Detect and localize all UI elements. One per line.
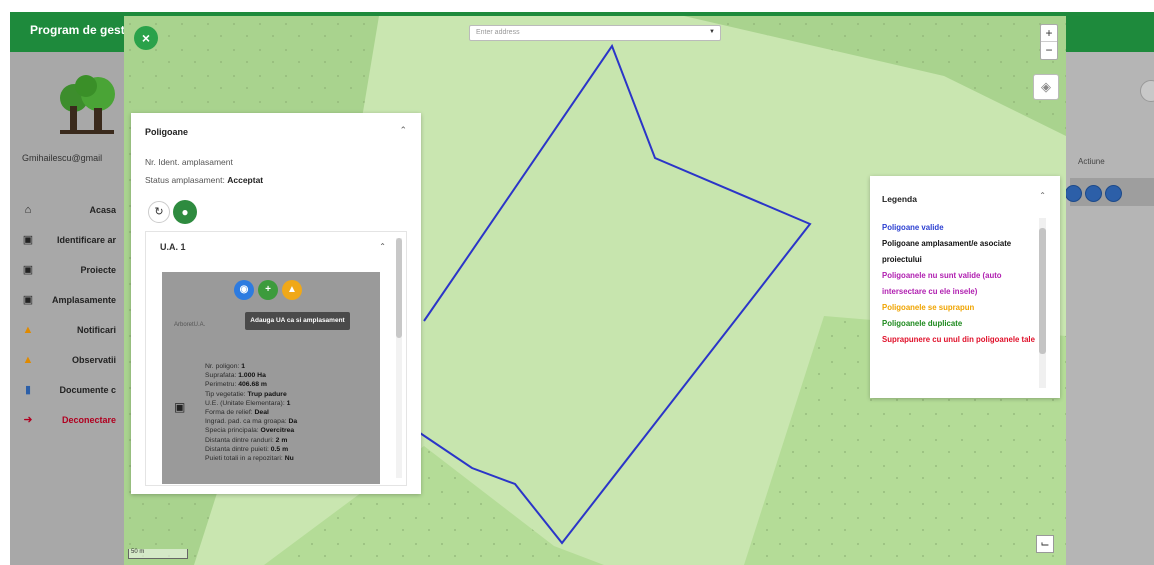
ua-actions: ◉ + ▲ — [234, 280, 302, 300]
chevron-down-icon: ▼ — [709, 29, 715, 35]
document-button[interactable] — [1085, 185, 1102, 202]
map-button[interactable] — [1105, 185, 1122, 202]
sidebar-item-amplasamente[interactable]: ▣ Amplasamente — [22, 285, 122, 315]
polygons-panel: Poligoane ⌃ Nr. Ident. amplasament Statu… — [131, 113, 421, 494]
sidebar-item-identificare[interactable]: ▣ Identificare ar — [22, 225, 122, 255]
zoom-control: + − — [1040, 24, 1058, 60]
property-row: Suprafata: 1.000 Ha — [205, 372, 266, 380]
status-value: Acceptat — [227, 175, 264, 185]
site-id-label: Nr. Ident. amplasament — [145, 157, 233, 167]
sidebar-item-label: Documente c — [59, 385, 116, 395]
property-row: Ingrad. pad. ca ma groapa: Da — [205, 418, 298, 426]
legend-item: Poligoanele se suprapun — [882, 303, 975, 312]
app-title: Program de gest — [30, 23, 125, 37]
view-button[interactable]: ◉ — [234, 280, 254, 300]
legend-item: Poligoanele duplicate — [882, 319, 963, 328]
scrollbar-thumb[interactable] — [396, 238, 402, 338]
legend-panel: Legenda ⌃ Poligoane valide Poligoane amp… — [870, 176, 1060, 398]
home-icon: ⌂ — [24, 204, 32, 216]
property-row: Forma de relief: Deal — [205, 408, 269, 416]
refresh-icon: ↻ — [154, 206, 164, 218]
property-row: Distanta dintre puieti: 0.5 m — [205, 445, 289, 453]
fullscreen-button[interactable]: ⌙ — [1036, 535, 1054, 553]
ua-section: U.A. 1 ⌃ ◉ + ▲ ArboretU.A. Adauga UA ca … — [145, 231, 407, 486]
legend-item: Poligoane valide — [882, 223, 944, 232]
site-status: Status amplasament: Acceptat — [145, 175, 263, 185]
frame-icon: ▣ — [22, 294, 34, 306]
property-row: U.E. (Unitate Elementara): 1 — [205, 399, 291, 407]
sidebar-nav: ⌂ Acasa ▣ Identificare ar ▣ Proiecte ▣ A… — [22, 195, 122, 435]
tooltip: Adauga UA ca si amplasament — [245, 312, 350, 330]
warning-icon: ▲ — [22, 324, 34, 336]
close-button[interactable]: × — [134, 26, 158, 50]
chevron-up-icon[interactable]: ⌃ — [1039, 191, 1046, 200]
pin-icon: ● — [181, 205, 189, 219]
legend-item: Poligoane amplasament/e asociate proiect… — [882, 239, 1012, 264]
logout-icon: ➜ — [23, 414, 33, 426]
sidebar-item-label: Amplasamente — [51, 295, 116, 305]
sidebar-item-observatii[interactable]: ▲ Observatii — [22, 345, 122, 375]
legend-item: Poligoanele nu sunt valide (auto interse… — [882, 271, 1002, 296]
layers-icon: ◈ — [1041, 79, 1051, 94]
zoom-in-button[interactable]: + — [1041, 25, 1057, 42]
address-placeholder: Enter address — [476, 29, 520, 36]
warning-button[interactable]: ▲ — [282, 280, 302, 300]
plus-icon: + — [265, 284, 271, 295]
sidebar-item-label: Identificare ar — [56, 235, 116, 245]
property-row: Distanta dintre randuri: 2 m — [205, 436, 288, 444]
legend-title: Legenda — [882, 194, 917, 204]
property-row: Specia principala: Overcitrea — [205, 427, 295, 435]
ua-card: ◉ + ▲ ArboretU.A. Adauga UA ca si amplas… — [162, 272, 380, 484]
corner-icon: ⌙ — [1040, 538, 1050, 550]
sidebar-item-deconectare[interactable]: ➜ Deconectare — [22, 405, 122, 435]
sidebar-item-proiecte[interactable]: ▣ Proiecte — [22, 255, 122, 285]
user-email: Gmihailescu@gmail — [22, 153, 103, 163]
address-search-input[interactable]: Enter address ▼ — [469, 25, 721, 41]
frame-icon: ▣ — [174, 400, 186, 414]
add-button[interactable]: + — [258, 280, 278, 300]
sidebar-item-label: Observatii — [71, 355, 116, 365]
frame-icon: ▣ — [22, 264, 34, 276]
refresh-button[interactable]: ↻ — [148, 201, 170, 223]
panel-title: Poligoane — [145, 127, 189, 137]
edit-button[interactable] — [1065, 185, 1082, 202]
ua-title: U.A. 1 — [160, 242, 186, 252]
legend-list: Poligoane valide Poligoane amplasament/e… — [882, 220, 1042, 348]
card-label: ArboretU.A. — [174, 322, 206, 328]
row-actions — [1065, 185, 1122, 202]
sidebar-item-label: Notificari — [76, 325, 116, 335]
property-row: Nr. poligon: 1 — [205, 363, 246, 370]
sidebar-item-notificari[interactable]: ▲ Notificari — [22, 315, 122, 345]
chevron-up-icon[interactable]: ⌃ — [399, 125, 407, 136]
eye-icon: ◉ — [239, 284, 249, 295]
property-row: Puieti totali in a repozitari: Nu — [205, 454, 294, 462]
status-label: Status amplasament: — [145, 175, 225, 185]
warning-icon: ▲ — [22, 354, 34, 366]
actions-column-header: Actiune — [1078, 157, 1105, 166]
frame-icon: ▣ — [22, 234, 34, 246]
property-row: Perimetru: 406.68 m — [205, 381, 267, 389]
sidebar-item-label: Acasa — [89, 205, 116, 215]
sidebar-item-acasa[interactable]: ⌂ Acasa — [22, 195, 122, 225]
sidebar-item-label: Proiecte — [80, 265, 116, 275]
chevron-up-icon[interactable]: ⌃ — [379, 242, 386, 251]
property-row: Tip vegetatie: Trup padure — [205, 390, 287, 398]
scale-bar: 50 m — [128, 549, 188, 559]
warning-icon: ▲ — [287, 284, 297, 295]
layers-button[interactable]: ◈ — [1033, 74, 1059, 100]
sidebar-item-label: Deconectare — [61, 415, 116, 425]
properties-list: Nr. poligon: 1 Suprafata: 1.000 Ha Perim… — [205, 362, 380, 463]
zoom-out-button[interactable]: − — [1041, 42, 1057, 59]
sidebar-item-documente[interactable]: ▮ Documente c — [22, 375, 122, 405]
locate-button[interactable]: ● — [173, 200, 197, 224]
legend-item: Suprapunere cu unul din poligoanele tale — [882, 335, 1035, 344]
tree-logo — [60, 75, 115, 134]
document-icon: ▮ — [24, 384, 32, 396]
